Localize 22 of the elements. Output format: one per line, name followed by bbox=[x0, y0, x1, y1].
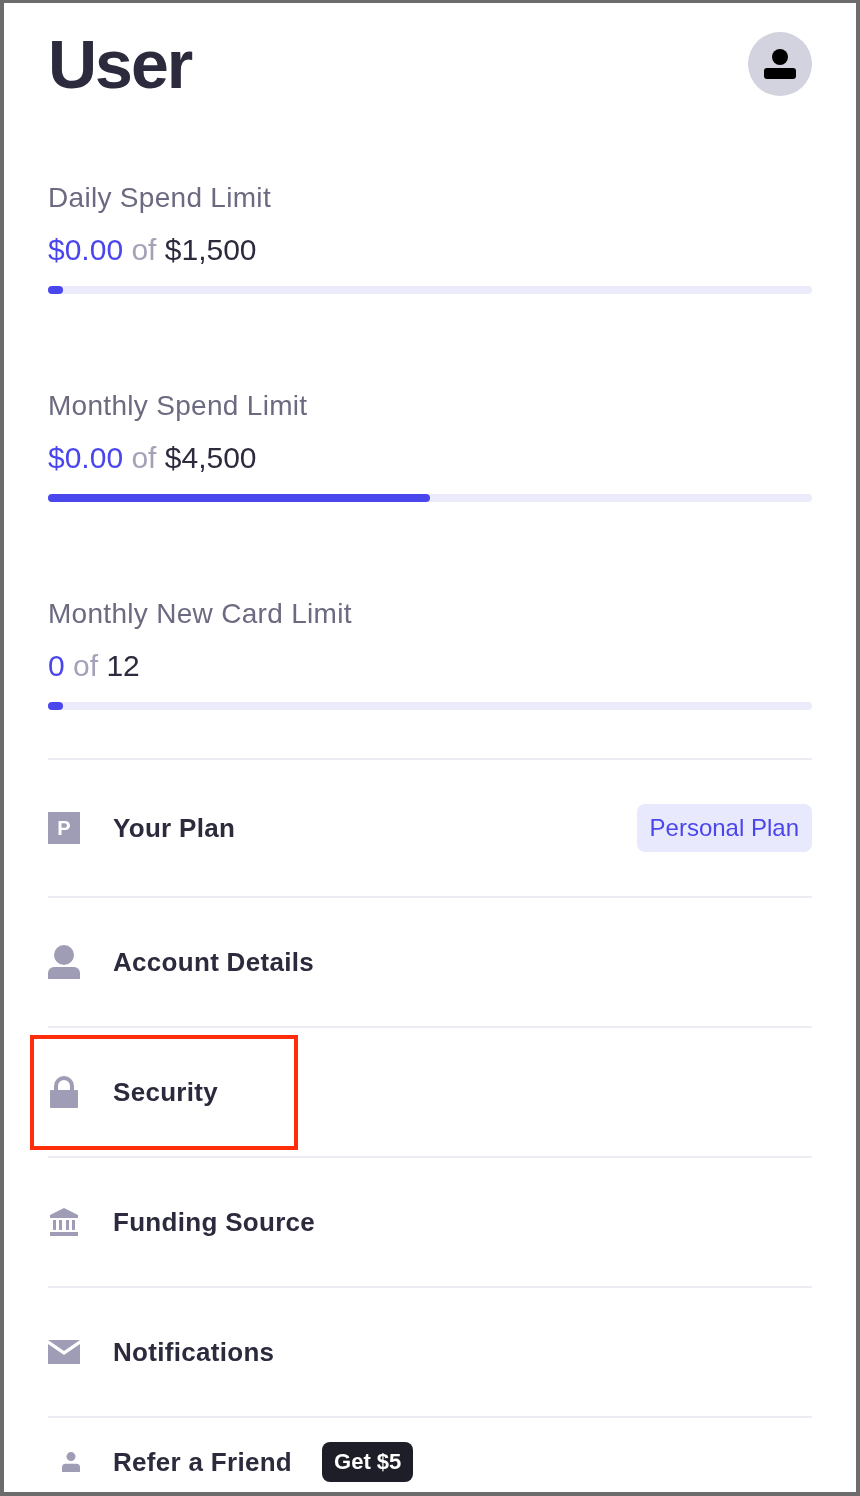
page-title: User bbox=[48, 32, 192, 96]
menu-item-label[interactable]: Refer a Friend bbox=[113, 1444, 293, 1480]
menu-item-label[interactable]: Notifications bbox=[113, 1334, 275, 1370]
menu-item-label[interactable]: Your Plan bbox=[113, 810, 236, 846]
bank-icon bbox=[50, 1208, 78, 1236]
menu-item-label[interactable]: Security bbox=[113, 1074, 218, 1110]
limit-amount: $0.00 of $4,500 bbox=[48, 440, 258, 476]
lock-icon bbox=[50, 1076, 78, 1108]
reward-badge: Get $5 bbox=[322, 1442, 414, 1482]
limit-label: Monthly New Card Limit bbox=[48, 598, 353, 630]
person-icon bbox=[764, 49, 796, 79]
plan-tag: Personal Plan bbox=[636, 804, 812, 852]
limit-label: Daily Spend Limit bbox=[48, 182, 272, 214]
menu-item-label[interactable]: Funding Source bbox=[113, 1204, 316, 1240]
limit-label: Monthly Spend Limit bbox=[48, 390, 309, 422]
limit-amount: $0.00 of $1,500 bbox=[48, 232, 258, 268]
person-icon bbox=[62, 1451, 80, 1473]
envelope-icon bbox=[48, 1340, 80, 1364]
plan-letter-icon: P bbox=[48, 812, 80, 844]
limit-amount: 0 of 12 bbox=[48, 648, 141, 684]
menu-item-label[interactable]: Account Details bbox=[113, 944, 314, 980]
person-icon bbox=[48, 945, 80, 979]
